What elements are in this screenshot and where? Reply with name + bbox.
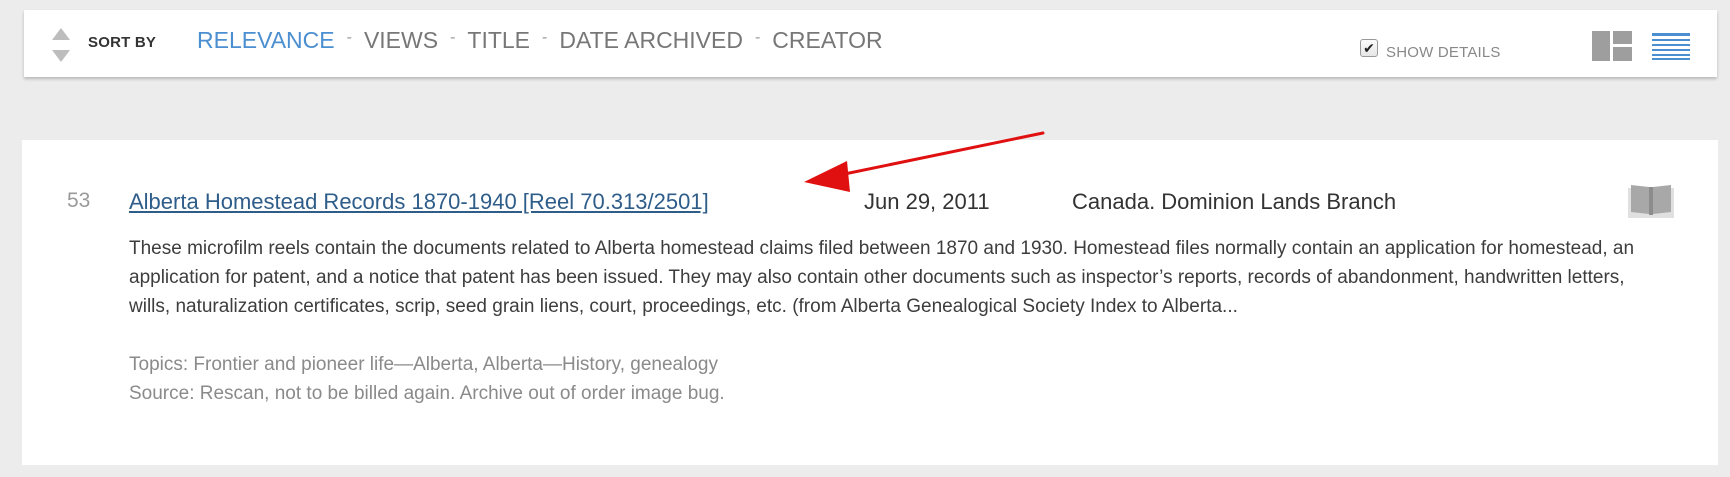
page: SORT BY RELEVANCE - VIEWS - TITLE - DATE… (0, 0, 1730, 477)
show-details-label: SHOW DETAILS (1386, 43, 1501, 61)
show-details-toggle[interactable]: ✔ SHOW DETAILS (1360, 39, 1501, 61)
sort-option-views[interactable]: VIEWS (364, 27, 438, 54)
sort-option-relevance[interactable]: RELEVANCE (197, 27, 335, 54)
tile-view-icon[interactable] (1592, 31, 1632, 61)
result-creator: Canada. Dominion Lands Branch (1072, 189, 1397, 214)
sort-separator: - (542, 28, 548, 46)
sort-options: RELEVANCE - VIEWS - TITLE - DATE ARCHIVE… (197, 27, 883, 54)
result-title-link[interactable]: Alberta Homestead Records 1870-1940 [Ree… (129, 189, 709, 215)
sort-direction-icon[interactable] (51, 26, 71, 66)
show-details-checkbox[interactable]: ✔ (1360, 39, 1378, 57)
sort-separator: - (346, 28, 352, 46)
sort-option-title[interactable]: TITLE (467, 27, 530, 54)
sort-option-date-archived[interactable]: DATE ARCHIVED (559, 27, 743, 54)
result-date: Jun 29, 2011 (864, 189, 990, 214)
sort-separator: - (754, 28, 761, 46)
result-source: Source: Rescan, not to be billed again. … (129, 383, 725, 404)
result-topics: Topics: Frontier and pioneer life—Albert… (129, 354, 718, 375)
book-icon[interactable] (1628, 184, 1674, 218)
sort-option-creator[interactable]: CREATOR (772, 27, 882, 54)
sort-bar: SORT BY RELEVANCE - VIEWS - TITLE - DATE… (24, 10, 1717, 77)
sort-by-label: SORT BY (88, 34, 157, 51)
result-description: These microfilm reels contain the docume… (129, 238, 1635, 317)
list-view-icon[interactable] (1652, 31, 1690, 61)
sort-separator: - (450, 28, 456, 46)
results-panel: 53 Alberta Homestead Records 1870-1940 [… (22, 140, 1718, 465)
result-number: 53 (67, 189, 91, 212)
